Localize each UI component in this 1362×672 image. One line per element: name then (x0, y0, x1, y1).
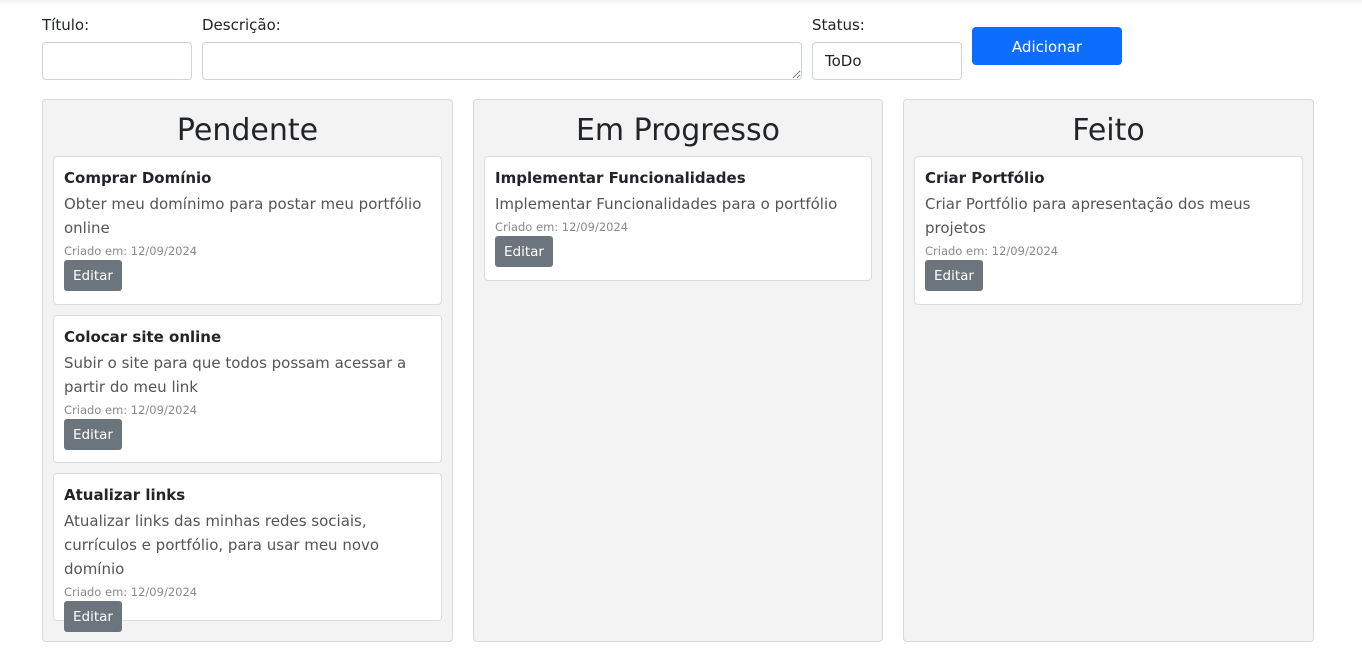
title-input[interactable] (42, 42, 192, 80)
edit-button[interactable]: Editar (64, 260, 122, 291)
column-heading: Em Progresso (575, 113, 781, 148)
task-created-date: Criado em: 12/09/2024 (925, 244, 1059, 258)
task-description: Implementar Funcionalidades para o portf… (495, 195, 838, 213)
task-card: Atualizar links Atualizar links das minh… (53, 473, 442, 632)
task-description: Atualizar links das minhas redes sociais… (64, 512, 380, 578)
top-shadow (0, 0, 1362, 6)
task-title: Colocar site online (64, 328, 222, 346)
status-label: Status: (812, 16, 865, 34)
description-label: Descrição: (202, 16, 281, 34)
task-title: Criar Portfólio (925, 169, 1045, 187)
edit-button[interactable]: Editar (64, 601, 122, 632)
edit-button[interactable]: Editar (495, 236, 553, 267)
task-created-date: Criado em: 12/09/2024 (64, 585, 198, 599)
status-select[interactable]: ToDo (812, 42, 962, 80)
task-description: Criar Portfólio para apresentação dos me… (925, 195, 1251, 237)
task-title: Comprar Domínio (64, 169, 212, 187)
status-select-value: ToDo (825, 52, 862, 70)
task-card: Implementar Funcionalidades Implementar … (484, 156, 872, 281)
task-created-date: Criado em: 12/09/2024 (64, 403, 198, 417)
task-title: Atualizar links (64, 486, 186, 504)
task-created-date: Criado em: 12/09/2024 (64, 244, 198, 258)
description-textarea[interactable] (202, 42, 802, 80)
column-feito: Feito Criar Portfólio Criar Portfólio pa… (903, 99, 1314, 642)
task-description: Obter meu domínimo para postar meu portf… (64, 195, 422, 237)
task-card: Colocar site online Subir o site para qu… (53, 315, 442, 463)
edit-button[interactable]: Editar (64, 419, 122, 450)
title-label: Título: (42, 16, 90, 34)
edit-button[interactable]: Editar (925, 260, 983, 291)
task-card: Comprar Domínio Obter meu domínimo para … (53, 156, 442, 305)
add-button[interactable]: Adicionar (972, 27, 1122, 65)
task-title: Implementar Funcionalidades (495, 169, 746, 187)
column-em-progresso: Em Progresso Implementar Funcionalidades… (473, 99, 883, 642)
column-pendente: Pendente Comprar Domínio Obter meu domín… (42, 99, 453, 642)
task-description: Subir o site para que todos possam acess… (64, 354, 407, 396)
column-heading: Feito (1072, 113, 1145, 148)
task-created-date: Criado em: 12/09/2024 (495, 220, 629, 234)
column-heading: Pendente (176, 113, 319, 148)
task-card: Criar Portfólio Criar Portfólio para apr… (914, 156, 1303, 305)
